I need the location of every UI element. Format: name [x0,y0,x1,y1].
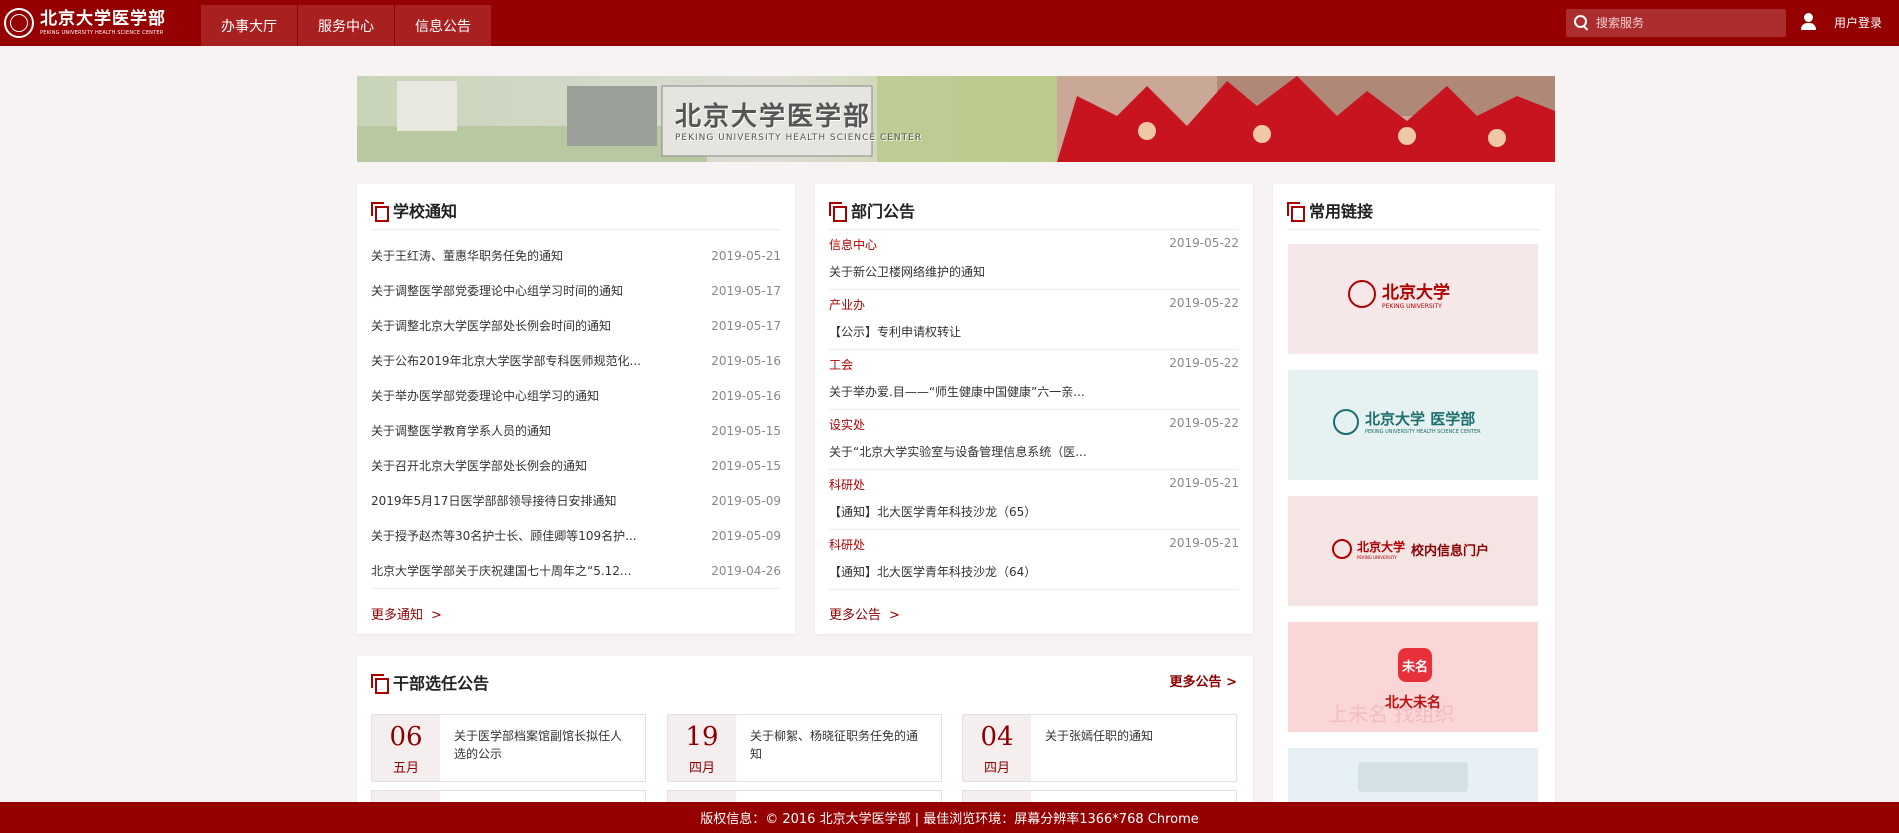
banner-sign-cn: 北京大学医学部 [675,102,872,132]
search-input[interactable] [1596,16,1776,30]
user-icon [1800,12,1818,32]
copy-icon [829,201,847,222]
university-seal-icon [1348,280,1376,308]
user-login[interactable]: 用户登录 [1800,12,1882,32]
footer: 版权信息：© 2016 北京大学医学部 | 最佳浏览环境：屏幕分辨率1366*7… [0,802,1899,833]
list-item[interactable]: 产业办 2019-05-22 【公示】专利申请权转让 [829,290,1239,350]
list-item[interactable]: 2019年5月17日医学部部领导接待日安排通知 2019-05-09 [371,483,781,518]
list-item[interactable]: 关于王红涛、董惠华职务任免的通知 2019-05-21 [371,238,781,273]
search-box [1566,9,1786,37]
login-label: 用户登录 [1834,15,1883,30]
cadre-notices-title: 干部选任公告 [393,674,490,693]
dept-notices-title: 部门公告 [851,202,916,221]
list-item[interactable]: 关于召开北京大学医学部处长例会的通知 2019-05-15 [371,448,781,483]
banner-image: 北京大学医学部 PEKING UNIVERSITY HEALTH SCIENCE… [357,76,1555,162]
list-item[interactable]: 关于授予赵杰等30名护士长、顾佳卿等109名护... 2019-05-09 [371,518,781,553]
chevron-right-icon: > [889,608,900,623]
nav-item-service-hall[interactable]: 办事大厅 [201,5,297,46]
copy-icon [371,673,389,694]
search-icon[interactable] [1574,15,1590,31]
banner-sign: 北京大学医学部 PEKING UNIVERSITY HEALTH SCIENCE… [675,96,922,143]
chevron-right-icon: > [431,608,442,623]
copy-icon [371,201,389,222]
cadre-notices-panel: 干部选任公告 更多公告 > 06 五月 关于医学部档案馆副馆长拟任人选的公示 19… [357,656,1253,806]
copy-icon [1287,201,1305,222]
site-logo[interactable]: 北京大学医学部 PEKING UNIVERSITY HEALTH SCIENCE… [4,5,166,41]
cadre-notice-card[interactable]: 04 四月 关于张嫣任职的通知 [962,714,1237,782]
list-item[interactable]: 科研处 2019-05-21 【通知】北大医学青年科技沙龙（64） [829,530,1239,590]
chevron-right-icon: > [1226,675,1237,690]
link-health-science-center[interactable]: 北京大学 医学部 PEKING UNIVERSITY HEALTH SCIENCE… [1288,370,1538,480]
cadre-notice-card[interactable]: 19 四月 关于柳絮、杨晓征职务任免的通知 [667,714,942,782]
link-weiming-app[interactable]: 上未名 找组织 未名 北大未名 [1288,622,1538,732]
more-cadre-notices-link[interactable]: 更多公告 > [1170,671,1237,690]
main-nav: 办事大厅 服务中心 信息公告 [201,5,492,46]
list-item[interactable]: 信息中心 2019-05-22 关于新公卫楼网络维护的通知 [829,230,1239,290]
list-item[interactable]: 关于公布2019年北京大学医学部专科医师规范化... 2019-05-16 [371,343,781,378]
list-item[interactable]: 关于调整北京大学医学部处长例会时间的通知 2019-05-17 [371,308,781,343]
dept-notices-panel: 部门公告 信息中心 2019-05-22 关于新公卫楼网络维护的通知 产业办 2019… [815,184,1253,634]
link-peking-university[interactable]: 北京大学 PEKING UNIVERSITY [1288,244,1538,354]
link-more[interactable] [1288,748,1538,808]
nav-item-notices[interactable]: 信息公告 [395,5,491,46]
common-links-panel: 常用链接 北京大学 PEKING UNIVERSITY 北京大学 医学部 PEKIN… [1273,184,1555,824]
list-item[interactable]: 科研处 2019-05-21 【通知】北大医学青年科技沙龙（65） [829,470,1239,530]
school-notices-title: 学校通知 [393,202,458,221]
more-notices-link[interactable]: 更多通知 > [371,604,442,623]
school-notices-panel: 学校通知 关于王红涛、董惠华职务任免的通知 2019-05-21 关于调整医学部党… [357,184,795,634]
common-links-title: 常用链接 [1309,202,1374,221]
list-item[interactable]: 设实处 2019-05-22 关于“北京大学实验室与设备管理信息系统（医... [829,410,1239,470]
top-bar: 北京大学医学部 PEKING UNIVERSITY HEALTH SCIENCE… [0,0,1899,46]
weiming-app-icon: 未名 [1398,648,1432,682]
list-item[interactable]: 关于调整医学教育学系人员的通知 2019-05-15 [371,413,781,448]
more-dept-notices-link[interactable]: 更多公告 > [829,604,900,623]
list-item[interactable]: 关于举办医学部党委理论中心组学习的通知 2019-05-16 [371,378,781,413]
university-seal-icon [4,8,34,38]
list-item[interactable]: 关于调整医学部党委理论中心组学习时间的通知 2019-05-17 [371,273,781,308]
link-info-portal[interactable]: 北京大学 PEKING UNIVERSITY 校内信息门户 [1288,496,1538,606]
list-item[interactable]: 北京大学医学部关于庆祝建国七十周年之“5.12... 2019-04-26 [371,553,781,588]
logo-name-cn: 北京大学医学部 [40,9,166,29]
nav-item-service-center[interactable]: 服务中心 [298,5,394,46]
university-seal-icon [1332,539,1352,559]
logo-name-en: PEKING UNIVERSITY HEALTH SCIENCE CENTER [40,30,164,36]
cadre-notice-card[interactable]: 06 五月 关于医学部档案馆副馆长拟任人选的公示 [371,714,646,782]
copyright-text: 版权信息：© 2016 北京大学医学部 | 最佳浏览环境：屏幕分辨率1366*7… [700,812,1199,827]
university-seal-icon [1333,408,1359,435]
banner-sign-en: PEKING UNIVERSITY HEALTH SCIENCE CENTER [675,133,923,143]
list-item[interactable]: 工会 2019-05-22 关于举办爱.目——“师生健康中国健康”六一亲... [829,350,1239,410]
